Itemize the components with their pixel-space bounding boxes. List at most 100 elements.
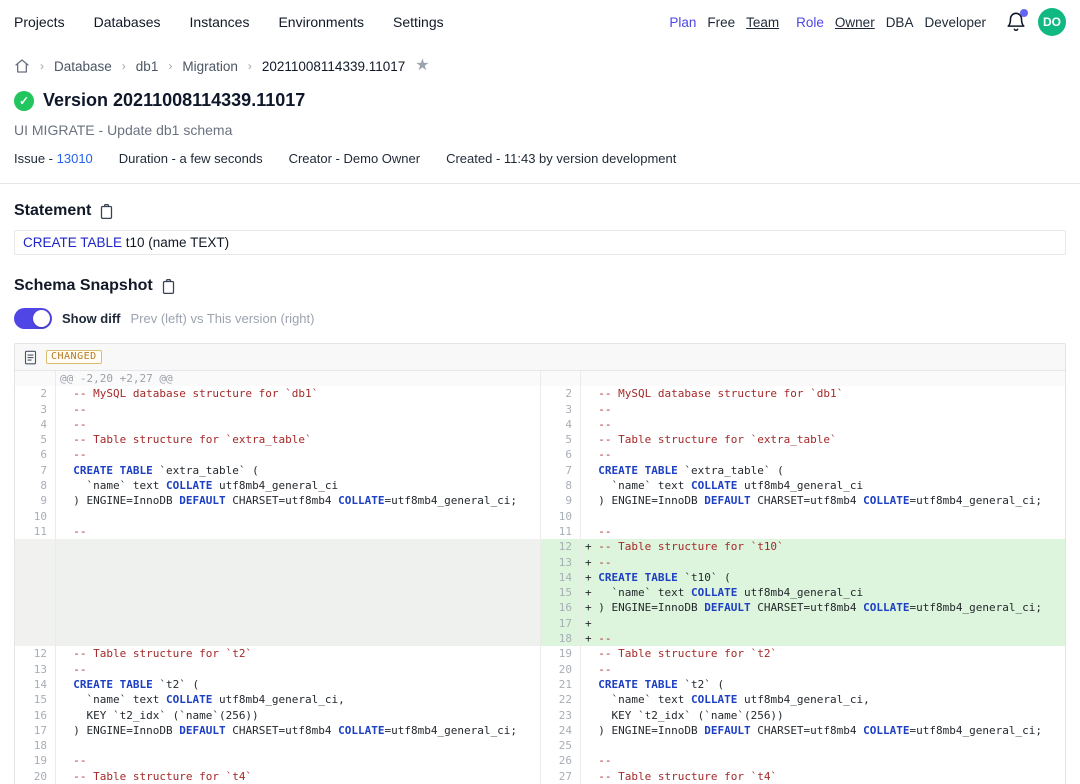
- role-owner[interactable]: Owner: [835, 15, 875, 30]
- chevron-icon: ›: [168, 59, 172, 73]
- code-line-right: ) ENGINE=InnoDB DEFAULT CHARSET=utf8mb4 …: [581, 493, 1065, 508]
- role-developer[interactable]: Developer: [924, 15, 986, 30]
- version-header: ✓ Version 20211008114339.11017: [0, 90, 1080, 111]
- changed-badge: CHANGED: [46, 350, 102, 364]
- line-number-right: 10: [540, 509, 581, 524]
- code-line-left: -- Table structure for `t4`: [56, 769, 540, 784]
- plan-free[interactable]: Free: [707, 15, 735, 30]
- nav-right: Plan Free Team Role Owner DBA Developer …: [669, 8, 1066, 36]
- line-number-right: 27: [540, 769, 581, 784]
- line-number-right: 23: [540, 708, 581, 723]
- favorite-star-icon[interactable]: ★: [415, 58, 429, 74]
- role-dba[interactable]: DBA: [886, 15, 914, 30]
- diff-row: 19 --26 --: [15, 753, 1065, 768]
- nav-item-environments[interactable]: Environments: [278, 14, 364, 30]
- code-line-right: + CREATE TABLE `t10` (: [581, 570, 1065, 585]
- code-line-left: CREATE TABLE `t2` (: [56, 677, 540, 692]
- code-line-left: CREATE TABLE `extra_table` (: [56, 463, 540, 478]
- code-line-left: [56, 570, 540, 585]
- issue-link[interactable]: 13010: [57, 151, 93, 166]
- code-line-left: -- Table structure for `t2`: [56, 646, 540, 661]
- code-line-right: --: [581, 524, 1065, 539]
- code-line-left: --: [56, 662, 540, 677]
- line-number-left: [15, 570, 56, 585]
- home-icon[interactable]: [14, 58, 30, 74]
- nav-item-instances[interactable]: Instances: [190, 14, 250, 30]
- code-line-left: [56, 585, 540, 600]
- nav-item-databases[interactable]: Databases: [94, 14, 161, 30]
- breadcrumb-db1[interactable]: db1: [136, 59, 159, 74]
- line-number-left: 10: [15, 509, 56, 524]
- file-icon: [24, 350, 37, 365]
- issue-label: Issue -: [14, 151, 53, 166]
- avatar[interactable]: DO: [1038, 8, 1066, 36]
- diff-hint: Prev (left) vs This version (right): [131, 311, 315, 326]
- code-line-left: `name` text COLLATE utf8mb4_general_ci,: [56, 692, 540, 707]
- copy-snapshot-icon[interactable]: [161, 278, 176, 295]
- diff-row: 16+ ) ENGINE=InnoDB DEFAULT CHARSET=utf8…: [15, 600, 1065, 615]
- line-number-left: [15, 371, 56, 386]
- line-number-right: 14: [540, 570, 581, 585]
- breadcrumb-version: 20211008114339.11017: [262, 59, 405, 74]
- line-number-right: 22: [540, 692, 581, 707]
- diff-row: 1825: [15, 738, 1065, 753]
- chevron-icon: ›: [40, 59, 44, 73]
- code-line-left: @@ -2,20 +2,27 @@: [56, 371, 540, 386]
- line-number-left: [15, 616, 56, 631]
- line-number-right: 20: [540, 662, 581, 677]
- code-line-left: --: [56, 447, 540, 462]
- section-divider: [0, 183, 1080, 184]
- code-line-right: -- MySQL database structure for `db1`: [581, 386, 1065, 401]
- diff-panel-header: CHANGED: [15, 344, 1065, 371]
- show-diff-toggle[interactable]: [14, 308, 52, 329]
- snapshot-label: Schema Snapshot: [14, 277, 153, 295]
- plan-team[interactable]: Team: [746, 15, 779, 30]
- line-number-left: [15, 631, 56, 646]
- breadcrumb-migration[interactable]: Migration: [182, 59, 238, 74]
- code-line-right: --: [581, 417, 1065, 432]
- diff-row: 4 --4 --: [15, 417, 1065, 432]
- diff-row: 10 10: [15, 509, 1065, 524]
- line-number-right: 26: [540, 753, 581, 768]
- line-number-right: 8: [540, 478, 581, 493]
- meta-creator: Creator - Demo Owner: [289, 151, 420, 166]
- line-number-left: 2: [15, 386, 56, 401]
- code-line-right: KEY `t2_idx` (`name`(256)): [581, 708, 1065, 723]
- line-number-right: 2: [540, 386, 581, 401]
- success-check-icon: ✓: [14, 91, 34, 111]
- top-navbar: Projects Databases Instances Environment…: [0, 0, 1080, 44]
- code-line-left: --: [56, 753, 540, 768]
- notification-bell-icon[interactable]: [1005, 11, 1027, 33]
- diff-row: 12+ -- Table structure for `t10`: [15, 539, 1065, 554]
- line-number-left: 4: [15, 417, 56, 432]
- notification-dot: [1020, 9, 1028, 17]
- line-number-right: 25: [540, 738, 581, 753]
- diff-row: 11 --11 --: [15, 524, 1065, 539]
- diff-row: 17+: [15, 616, 1065, 631]
- code-line-left: [56, 631, 540, 646]
- code-line-right: -- Table structure for `t4`: [581, 769, 1065, 784]
- meta-created: Created - 11:43 by version development: [446, 151, 676, 166]
- line-number-left: 5: [15, 432, 56, 447]
- code-line-right: + ) ENGINE=InnoDB DEFAULT CHARSET=utf8mb…: [581, 600, 1065, 615]
- migration-subtitle: UI MIGRATE - Update db1 schema: [0, 122, 1080, 138]
- breadcrumb-database[interactable]: Database: [54, 59, 112, 74]
- diff-row: 5 -- Table structure for `extra_table`5 …: [15, 432, 1065, 447]
- line-number-left: 8: [15, 478, 56, 493]
- code-line-left: [56, 738, 540, 753]
- code-line-left: --: [56, 402, 540, 417]
- line-number-left: 18: [15, 738, 56, 753]
- nav-item-projects[interactable]: Projects: [14, 14, 65, 30]
- code-line-right: + --: [581, 631, 1065, 646]
- diff-row: 16 KEY `t2_idx` (`name`(256))23 KEY `t2_…: [15, 708, 1065, 723]
- code-line-right: CREATE TABLE `extra_table` (: [581, 463, 1065, 478]
- diff-body[interactable]: @@ -2,20 +2,27 @@2 -- MySQL database str…: [15, 371, 1065, 784]
- line-number-right: 13: [540, 555, 581, 570]
- diff-row: 18+ --: [15, 631, 1065, 646]
- line-number-right: 17: [540, 616, 581, 631]
- nav-item-settings[interactable]: Settings: [393, 14, 444, 30]
- breadcrumb: › Database › db1 › Migration › 202110081…: [0, 55, 1080, 77]
- copy-statement-icon[interactable]: [99, 203, 114, 220]
- line-number-right: 16: [540, 600, 581, 615]
- line-number-left: 17: [15, 723, 56, 738]
